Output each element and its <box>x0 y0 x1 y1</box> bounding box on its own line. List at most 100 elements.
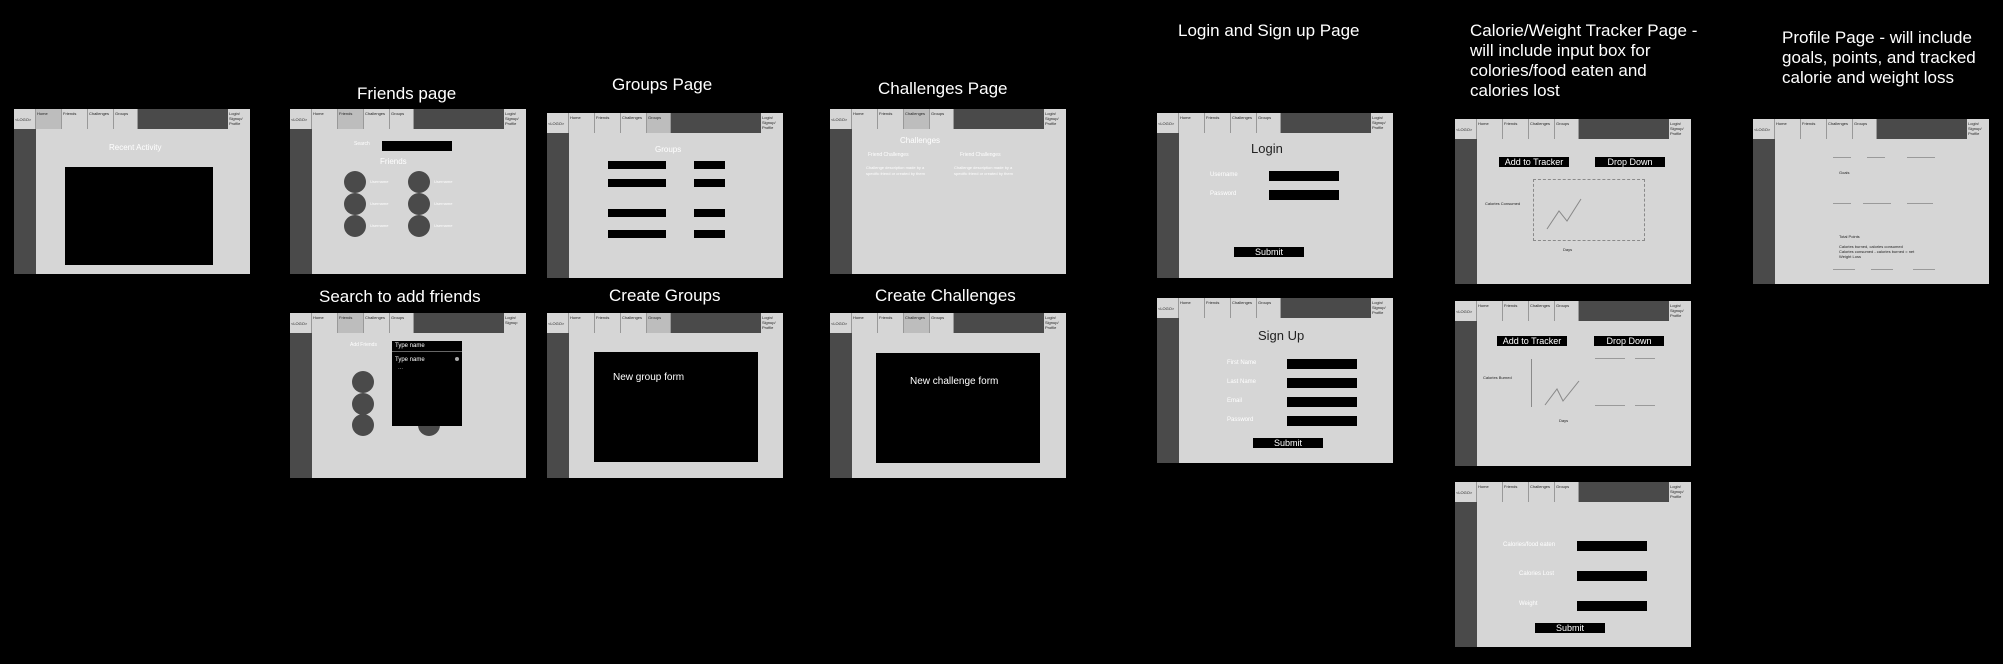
group-item[interactable] <box>694 179 725 187</box>
popup-close-icon[interactable] <box>455 357 459 361</box>
tab-home[interactable]: Home <box>569 113 595 133</box>
last-name-input[interactable] <box>1287 378 1357 388</box>
tab-friends[interactable]: Friends <box>1503 482 1529 502</box>
group-item[interactable] <box>608 209 666 217</box>
friend-avatar[interactable] <box>352 371 374 393</box>
group-item[interactable] <box>608 161 666 169</box>
tab-groups[interactable]: Groups <box>390 313 414 333</box>
tab-friends[interactable]: Friends <box>62 109 88 129</box>
search-popup[interactable]: Type name Type name ... <box>392 341 462 426</box>
tab-friends[interactable]: Friends <box>338 109 364 129</box>
tab-groups[interactable]: Groups <box>1257 298 1281 318</box>
calories-lost-input[interactable] <box>1577 571 1647 581</box>
friend-avatar[interactable] <box>352 393 374 415</box>
tab-challenges[interactable]: Challenges <box>621 313 647 333</box>
tab-groups[interactable]: Groups <box>930 313 954 333</box>
tab-challenges[interactable]: Challenges <box>1231 113 1257 133</box>
tab-friends[interactable]: Friends <box>878 313 904 333</box>
tab-friends[interactable]: Friends <box>595 113 621 133</box>
tab-challenges[interactable]: Challenges <box>904 313 930 333</box>
auth-link[interactable]: Login/ Signup/ Profile <box>1044 313 1066 333</box>
tab-home[interactable]: Home <box>1477 119 1503 139</box>
auth-link[interactable]: Login/ Signup <box>504 313 526 333</box>
tab-groups[interactable]: Groups <box>1853 119 1877 139</box>
tab-friends[interactable]: Friends <box>595 313 621 333</box>
signup-submit-button[interactable]: Submit <box>1253 438 1323 448</box>
tab-challenges[interactable]: Challenges <box>1827 119 1853 139</box>
tab-friends[interactable]: Friends <box>878 109 904 129</box>
auth-link[interactable]: Login/ Signup/ Profile <box>1371 298 1393 318</box>
password-input[interactable] <box>1269 190 1339 200</box>
username-input[interactable] <box>1269 171 1339 181</box>
friend-avatar[interactable] <box>408 215 430 237</box>
tab-home[interactable]: Home <box>852 313 878 333</box>
login-submit-button[interactable]: Submit <box>1234 247 1304 257</box>
auth-link[interactable]: Login/ Signup/ Profile <box>228 109 250 129</box>
group-item[interactable] <box>694 161 725 169</box>
tab-friends[interactable]: Friends <box>1205 113 1231 133</box>
tab-challenges[interactable]: Challenges <box>364 313 390 333</box>
tab-friends[interactable]: Friends <box>1801 119 1827 139</box>
tab-challenges[interactable]: Challenges <box>621 113 647 133</box>
tab-groups[interactable]: Groups <box>114 109 138 129</box>
weight-input[interactable] <box>1577 601 1647 611</box>
tab-challenges[interactable]: Challenges <box>1529 301 1555 321</box>
friend-avatar[interactable] <box>344 171 366 193</box>
friend-avatar[interactable] <box>352 414 374 436</box>
calories-eaten-input[interactable] <box>1577 541 1647 551</box>
tracker-submit-button[interactable]: Submit <box>1535 623 1605 633</box>
auth-link[interactable]: Login/ Signup/ Profile <box>1044 109 1066 129</box>
tab-home[interactable]: Home <box>1477 301 1503 321</box>
tab-home[interactable]: Home <box>852 109 878 129</box>
tab-challenges[interactable]: Challenges <box>364 109 390 129</box>
popup-input[interactable]: Type name <box>395 357 425 363</box>
tab-groups[interactable]: Groups <box>647 313 671 333</box>
tab-home[interactable]: Home <box>1179 298 1205 318</box>
search-input[interactable] <box>382 141 452 151</box>
tab-home[interactable]: Home <box>1775 119 1801 139</box>
auth-link[interactable]: Login/ Signup/ Profile <box>504 109 526 129</box>
auth-link[interactable]: Login/ Signup/ Profile <box>1669 301 1691 321</box>
tab-challenges[interactable]: Challenges <box>1529 482 1555 502</box>
tab-friends[interactable]: Friends <box>1205 298 1231 318</box>
friend-avatar[interactable] <box>344 215 366 237</box>
tab-groups[interactable]: Groups <box>930 109 954 129</box>
tab-friends[interactable]: Friends <box>1503 119 1529 139</box>
tab-home[interactable]: Home <box>569 313 595 333</box>
tab-challenges[interactable]: Challenges <box>88 109 114 129</box>
friend-avatar[interactable] <box>408 171 430 193</box>
tab-friends[interactable]: Friends <box>338 313 364 333</box>
auth-link[interactable]: Login/ Signup/ Profile <box>761 113 783 133</box>
add-to-tracker-button[interactable]: Add to Tracker <box>1497 336 1567 346</box>
drop-down-select[interactable]: Drop Down <box>1595 157 1665 167</box>
new-challenge-form[interactable]: New challenge form <box>876 353 1040 463</box>
tab-home[interactable]: Home <box>36 109 62 129</box>
tab-groups[interactable]: Groups <box>1555 482 1579 502</box>
tab-challenges[interactable]: Challenges <box>904 109 930 129</box>
auth-link[interactable]: Login/ Signup/ Profile <box>761 313 783 333</box>
group-item[interactable] <box>608 179 666 187</box>
group-item[interactable] <box>694 209 725 217</box>
email-input[interactable] <box>1287 397 1357 407</box>
tab-groups[interactable]: Groups <box>390 109 414 129</box>
friend-avatar[interactable] <box>408 193 430 215</box>
tab-friends[interactable]: Friends <box>1503 301 1529 321</box>
tab-home[interactable]: Home <box>312 313 338 333</box>
auth-link[interactable]: Login/ Signup/ Profile <box>1669 482 1691 502</box>
tab-groups[interactable]: Groups <box>1555 119 1579 139</box>
tab-challenges[interactable]: Challenges <box>1529 119 1555 139</box>
tab-home[interactable]: Home <box>1179 113 1205 133</box>
tab-challenges[interactable]: Challenges <box>1231 298 1257 318</box>
new-group-form[interactable]: New group form <box>594 352 758 462</box>
tab-home[interactable]: Home <box>1477 482 1503 502</box>
drop-down-select[interactable]: Drop Down <box>1594 336 1664 346</box>
group-item[interactable] <box>608 230 666 238</box>
tab-groups[interactable]: Groups <box>647 113 671 133</box>
group-item[interactable] <box>694 230 725 238</box>
tab-groups[interactable]: Groups <box>1257 113 1281 133</box>
auth-link[interactable]: Login/ Signup/ Profile <box>1669 119 1691 139</box>
tab-home[interactable]: Home <box>312 109 338 129</box>
add-to-tracker-button[interactable]: Add to Tracker <box>1499 157 1569 167</box>
friend-avatar[interactable] <box>344 193 366 215</box>
password-input[interactable] <box>1287 416 1357 426</box>
